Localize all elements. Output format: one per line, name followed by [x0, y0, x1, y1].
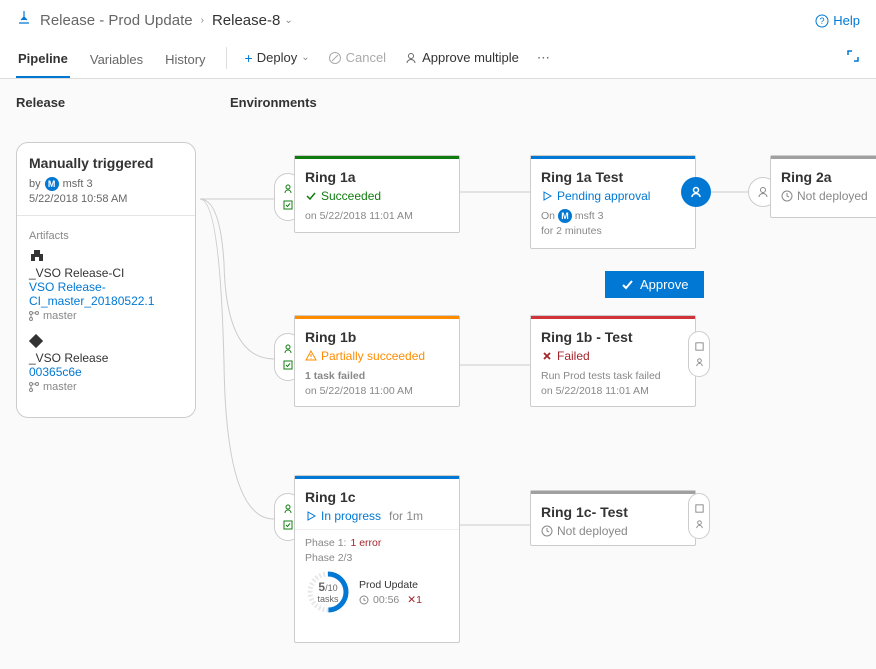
tab-pipeline[interactable]: Pipeline	[16, 45, 70, 78]
env-ring1c-test[interactable]: Ring 1c- Test Not deployed	[530, 490, 696, 546]
artifact-branch: master	[29, 310, 183, 322]
environments-title: Environments	[230, 95, 876, 110]
repo-icon	[29, 334, 183, 351]
status-pending: Pending approval	[541, 189, 685, 203]
warning-icon	[305, 350, 317, 362]
artifact-link[interactable]: VSO Release-CI_master_20180522.1	[29, 280, 183, 308]
trigger-type: Manually triggered	[29, 155, 183, 171]
status-not-deployed: Not deployed	[781, 189, 871, 203]
check-icon	[305, 190, 317, 202]
clock-icon	[541, 525, 553, 537]
clock-icon	[781, 190, 793, 202]
plus-icon: +	[245, 50, 253, 66]
x-icon	[541, 350, 553, 362]
env-ring2a[interactable]: Ring 2a Not deployed	[770, 155, 876, 218]
error-count: ✕1	[407, 594, 422, 606]
tab-history[interactable]: History	[163, 46, 207, 77]
cancel-icon	[328, 51, 342, 65]
chevron-down-icon: ⌄	[284, 15, 292, 26]
triggered-by-user: msft 3	[63, 178, 93, 190]
approve-button[interactable]: Approve	[605, 271, 704, 298]
postdeploy-gate-icon[interactable]	[688, 493, 710, 539]
status-partial: Partially succeeded	[305, 349, 449, 363]
status-not-deployed: Not deployed	[541, 524, 685, 538]
chevron-right-icon: ›	[201, 15, 204, 26]
env-ring1c[interactable]: Ring 1c In progress for 1m Phase 1: 1 er…	[294, 475, 460, 643]
breadcrumb-parent[interactable]: Release - Prod Update	[40, 12, 193, 29]
tab-variables[interactable]: Variables	[88, 46, 145, 77]
release-title: Release	[16, 95, 196, 110]
env-ring1a[interactable]: Ring 1a Succeeded on 5/22/2018 11:01 AM	[294, 155, 460, 233]
artifact-item: _VSO Release-CI VSO Release-CI_master_20…	[29, 248, 183, 322]
postdeploy-gate-icon[interactable]	[688, 331, 710, 377]
release-card: Manually triggered by M msft 3 5/22/2018…	[16, 142, 196, 418]
artifact-link[interactable]: 00365c6e	[29, 365, 183, 379]
env-ring1b-test[interactable]: Ring 1b - Test Failed Run Prod tests tas…	[530, 315, 696, 407]
status-succeeded: Succeeded	[305, 189, 449, 203]
toolbar: Pipeline Variables History + Deploy ⌄ Ca…	[0, 39, 876, 79]
artifact-item: _VSO Release 00365c6e master	[29, 334, 183, 393]
artifacts-label: Artifacts	[29, 230, 183, 242]
approve-multiple-button[interactable]: Approve multiple	[404, 50, 519, 73]
artifact-branch: master	[29, 381, 183, 393]
svg-text:?: ?	[820, 16, 825, 26]
more-menu[interactable]: ⋯	[537, 50, 552, 74]
deploy-button[interactable]: + Deploy ⌄	[245, 50, 310, 74]
cancel-button: Cancel	[328, 50, 386, 73]
progress-ring: 5/10 tasks	[305, 569, 351, 615]
status-inprogress: In progress for 1m	[305, 509, 449, 523]
release-icon	[16, 10, 32, 31]
clock-icon	[359, 595, 369, 605]
env-ring1b[interactable]: Ring 1b Partially succeeded 1 task faile…	[294, 315, 460, 407]
trigger-timestamp: 5/22/2018 10:58 AM	[29, 193, 183, 205]
release-panel: Release Manually triggered by M msft 3 5…	[16, 95, 196, 418]
env-ring1a-test[interactable]: Ring 1a Test Pending approval On M msft …	[530, 155, 696, 249]
user-avatar: M	[558, 209, 572, 223]
approver-badge[interactable]	[681, 177, 711, 207]
build-icon	[29, 248, 183, 266]
breadcrumb: Release - Prod Update › Release-8 ⌄	[40, 12, 807, 29]
help-link[interactable]: ? Help	[815, 13, 860, 28]
environments-panel: Environments Ring 1a Succeeded on 5/22/	[230, 95, 876, 142]
fullscreen-button[interactable]	[846, 49, 860, 74]
check-icon	[621, 278, 634, 291]
divider	[226, 47, 227, 69]
status-failed: Failed	[541, 349, 685, 363]
user-avatar: M	[45, 177, 59, 191]
play-icon	[305, 510, 317, 522]
chevron-down-icon: ⌄	[301, 52, 309, 63]
person-icon	[404, 51, 418, 65]
play-icon	[541, 190, 553, 202]
breadcrumb-current[interactable]: Release-8 ⌄	[212, 12, 293, 29]
